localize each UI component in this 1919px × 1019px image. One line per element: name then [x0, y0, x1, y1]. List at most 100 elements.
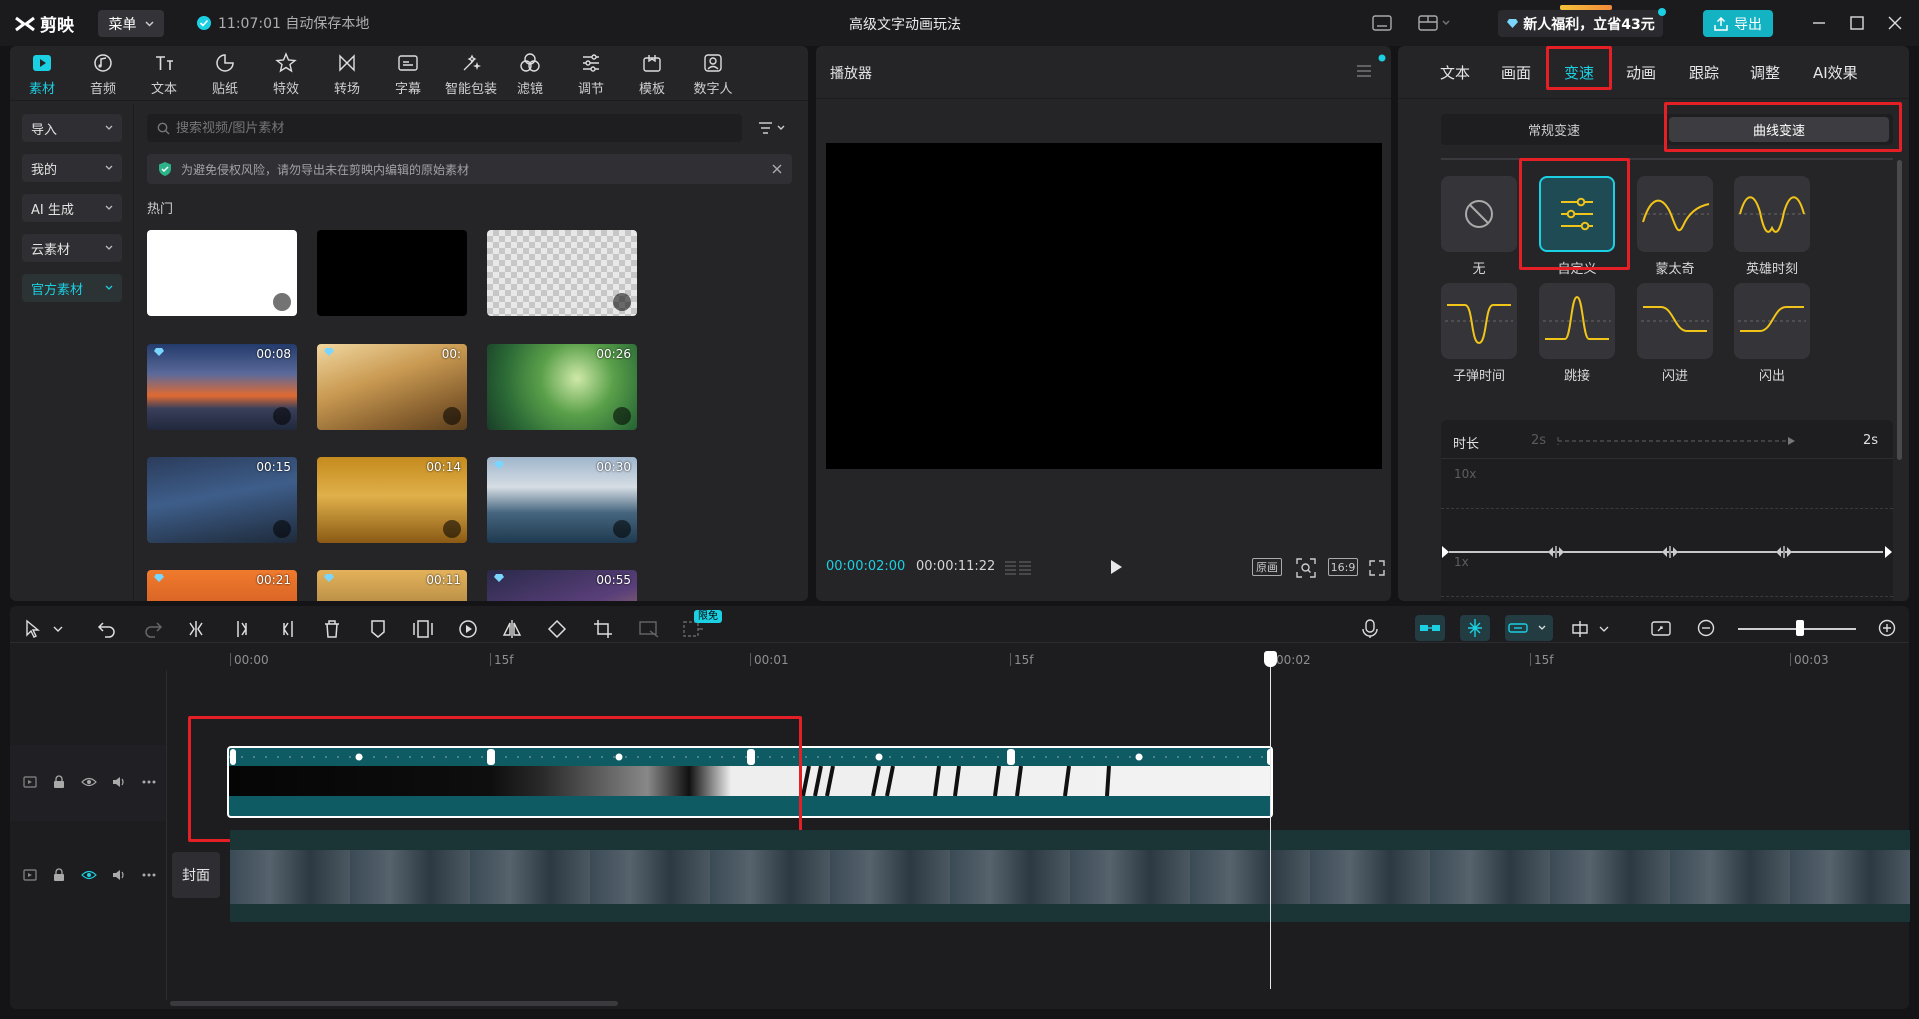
- select-tool-icon[interactable]: [24, 619, 66, 639]
- tab-smart-pack[interactable]: 智能包装: [441, 52, 501, 98]
- microphone-icon[interactable]: [1362, 619, 1378, 639]
- delete-icon[interactable]: [322, 619, 342, 639]
- curve-jump-cut[interactable]: [1539, 283, 1615, 359]
- play-icon[interactable]: [1109, 559, 1123, 575]
- curve-none[interactable]: [1441, 176, 1517, 252]
- more-icon[interactable]: [142, 780, 156, 784]
- media-item[interactable]: [147, 230, 297, 316]
- media-item[interactable]: 00:30: [487, 457, 637, 543]
- nav-ai-generate[interactable]: AI 生成: [22, 194, 122, 222]
- tab-audio[interactable]: 音频: [75, 52, 131, 98]
- tab-transition[interactable]: 转场: [319, 52, 375, 98]
- tab-picture[interactable]: 画面: [1501, 62, 1531, 83]
- tab-sticker[interactable]: 贴纸: [197, 52, 253, 98]
- tab-ai-effects[interactable]: AI效果: [1813, 62, 1858, 83]
- search-input[interactable]: [176, 120, 716, 136]
- tab-filter[interactable]: 滤镜: [502, 52, 558, 98]
- tab-adjust[interactable]: 调整: [1750, 62, 1780, 83]
- download-icon[interactable]: [613, 520, 631, 538]
- original-quality-button[interactable]: 原画: [1252, 558, 1282, 576]
- smart-crop-icon[interactable]: [638, 619, 660, 639]
- media-item[interactable]: 00:26: [487, 344, 637, 430]
- promo-button[interactable]: 新人福利，立省43元: [1498, 10, 1663, 37]
- link-toggle[interactable]: [1415, 615, 1445, 641]
- download-icon[interactable]: [613, 407, 631, 425]
- tab-text[interactable]: 文本: [1440, 62, 1470, 83]
- minimize-icon[interactable]: [1812, 16, 1826, 30]
- crop-icon[interactable]: [593, 619, 613, 639]
- media-item[interactable]: 00:: [317, 344, 467, 430]
- tab-adjust[interactable]: 调节: [563, 52, 619, 98]
- background-video-clip[interactable]: [230, 830, 1910, 922]
- curve-speed-option[interactable]: 曲线变速: [1669, 117, 1889, 142]
- freeze-frame-icon[interactable]: [412, 619, 434, 639]
- layout-icon[interactable]: [1418, 14, 1452, 32]
- inspector-scrollbar[interactable]: [1897, 160, 1902, 460]
- search-box[interactable]: [147, 114, 742, 142]
- playback-speed-icon[interactable]: [458, 619, 478, 639]
- rotate-icon[interactable]: [547, 619, 567, 639]
- media-item[interactable]: 00:08: [147, 344, 297, 430]
- timeline-scrollbar[interactable]: [170, 1001, 618, 1006]
- tab-template[interactable]: 模板: [624, 52, 680, 98]
- undo-icon[interactable]: [97, 619, 117, 639]
- redo-icon[interactable]: [143, 619, 163, 639]
- zoom-fit-icon[interactable]: [1296, 558, 1316, 578]
- speed-point-handle[interactable]: [1775, 545, 1793, 559]
- duration-slider[interactable]: [1556, 436, 1796, 446]
- export-button[interactable]: 导出: [1703, 10, 1773, 37]
- zoom-in-icon[interactable]: [1878, 619, 1896, 637]
- player-menu-icon[interactable]: [1356, 64, 1372, 78]
- media-item[interactable]: 00:21: [147, 570, 297, 601]
- tab-media[interactable]: 素材: [14, 52, 70, 98]
- curve-custom[interactable]: [1539, 176, 1615, 252]
- more-icon[interactable]: [142, 873, 156, 877]
- mirror-icon[interactable]: [502, 619, 522, 639]
- close-notice-icon[interactable]: [772, 164, 782, 174]
- media-item[interactable]: 00:55: [487, 570, 637, 601]
- volume-icon[interactable]: [112, 775, 126, 789]
- curve-montage[interactable]: [1637, 176, 1713, 252]
- eye-icon[interactable]: [81, 870, 97, 880]
- lock-icon[interactable]: [53, 775, 65, 789]
- speed-point-handle[interactable]: [1547, 545, 1565, 559]
- video-preview[interactable]: [826, 143, 1382, 469]
- zoom-out-icon[interactable]: [1697, 619, 1715, 637]
- download-icon[interactable]: [443, 520, 461, 538]
- zoom-slider-thumb[interactable]: [1796, 620, 1804, 636]
- tab-speed[interactable]: 变速: [1564, 62, 1594, 83]
- split-left-icon[interactable]: [232, 619, 252, 639]
- aspect-ratio-button[interactable]: 16:9: [1328, 558, 1358, 576]
- linkage-toggle[interactable]: [1505, 615, 1553, 641]
- snap-toggle[interactable]: [1460, 615, 1490, 641]
- marker-icon[interactable]: [368, 619, 388, 639]
- keyboard-icon[interactable]: [1372, 15, 1392, 31]
- speed-point-handle[interactable]: [1661, 545, 1679, 559]
- sort-filter-icon[interactable]: [758, 120, 788, 136]
- media-item[interactable]: 00:11: [317, 570, 467, 601]
- media-item[interactable]: [317, 230, 467, 316]
- selected-video-clip[interactable]: [227, 746, 1273, 818]
- cover-button[interactable]: 封面: [172, 852, 220, 898]
- curve-flash-out[interactable]: [1734, 283, 1810, 359]
- time-ruler[interactable]: [230, 648, 1900, 670]
- nav-official[interactable]: 官方素材: [22, 274, 122, 302]
- tab-animation[interactable]: 动画: [1626, 62, 1656, 83]
- download-icon[interactable]: [273, 520, 291, 538]
- split-right-icon[interactable]: [278, 619, 298, 639]
- media-item[interactable]: [487, 230, 637, 316]
- lock-icon[interactable]: [53, 868, 65, 882]
- download-icon[interactable]: [443, 407, 461, 425]
- menu-button[interactable]: 菜单: [98, 10, 164, 37]
- media-item[interactable]: 00:15: [147, 457, 297, 543]
- playhead-handle[interactable]: [1264, 651, 1277, 667]
- tab-digital-human[interactable]: 数字人: [685, 52, 741, 98]
- close-icon[interactable]: [1888, 16, 1902, 30]
- playhead[interactable]: [1270, 653, 1271, 989]
- preview-axis-icon[interactable]: [1570, 619, 1614, 639]
- nav-cloud[interactable]: 云素材: [22, 234, 122, 262]
- nav-mine[interactable]: 我的: [22, 154, 122, 182]
- fullscreen-icon[interactable]: [1369, 560, 1385, 576]
- tab-subtitle[interactable]: 字幕: [380, 52, 436, 98]
- timecode-grid-icon[interactable]: [1004, 560, 1032, 576]
